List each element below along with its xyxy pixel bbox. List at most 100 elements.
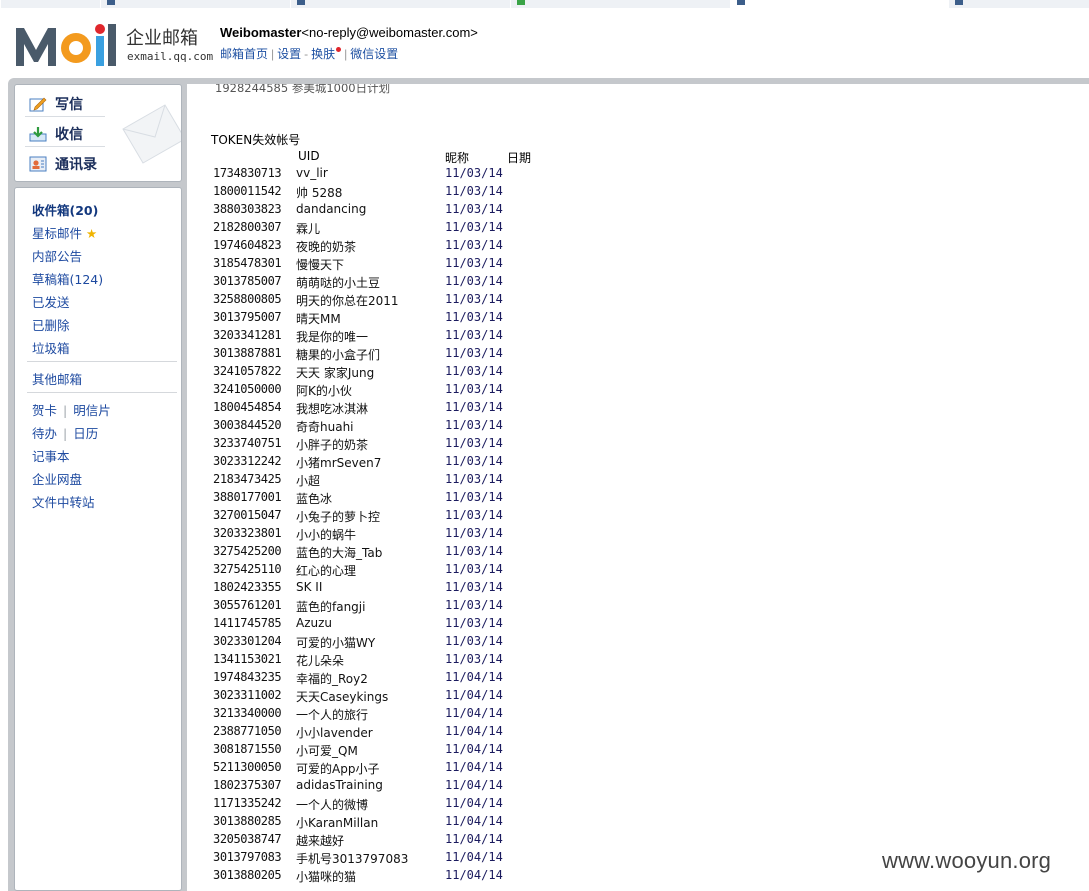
wechat-settings-link[interactable]: 微信设置 [350, 47, 398, 61]
logo-text: 企业邮箱 [126, 28, 198, 49]
row-date: 11/04/14 [445, 832, 503, 846]
file-transfer-link[interactable]: 文件中转站 [32, 492, 95, 511]
row-date: 11/04/14 [445, 724, 503, 738]
row-nickname: adidasTraining [296, 778, 383, 792]
browser-tab-active[interactable] [730, 0, 950, 8]
row-nickname: 我想吃冰淇淋 [296, 402, 369, 416]
account-info: Weibomaster<no-reply@weibomaster.com> [220, 25, 478, 40]
row-uid: 3275425200 [213, 544, 282, 558]
row-uid: 3241050000 [213, 382, 282, 396]
write-label: 写信 [55, 97, 83, 113]
row-uid: 3275425110 [213, 562, 282, 576]
star-icon: ★ [86, 226, 98, 241]
row-date: 11/03/14 [445, 238, 503, 252]
logo-domain: exmail.qq.com [127, 50, 214, 63]
email-body: 1928244585 参美城1000日计划 TOKEN失效帐号 UID 昵称 日… [187, 84, 1089, 891]
card-link[interactable]: 贺卡 [32, 403, 57, 418]
row-uid: 3003844520 [213, 418, 282, 432]
folder-sent[interactable]: 已发送 [32, 292, 70, 311]
row-date: 11/03/14 [445, 472, 503, 486]
row-uid: 3880303823 [213, 202, 282, 216]
row-nickname: Azuzu [296, 616, 333, 630]
row-date: 11/03/14 [445, 274, 503, 288]
postcard-link[interactable]: 明信片 [73, 403, 111, 418]
row-nickname: 蓝色的大海_Tab [296, 546, 383, 560]
row-uid: 3013797083 [213, 850, 282, 864]
row-date: 11/03/14 [445, 166, 503, 180]
row-uid: 3081871550 [213, 742, 282, 756]
row-uid: 1171335242 [213, 796, 282, 810]
row-nickname: dandancing [296, 202, 367, 216]
address-book-icon [29, 156, 47, 172]
browser-tab[interactable] [510, 0, 732, 8]
row-date: 11/03/14 [445, 310, 503, 324]
write-button[interactable]: 写信 [29, 94, 83, 114]
row-uid: 3205038747 [213, 832, 282, 846]
todo-link[interactable]: 待办 [32, 426, 57, 441]
browser-tab[interactable] [100, 0, 292, 8]
row-date: 11/03/14 [445, 634, 503, 648]
sidebar: 写信 收信 通讯录 收件箱(20) 星标邮件 ★ 内部公告 草稿箱(124) 已发… [14, 84, 182, 891]
row-date: 11/03/14 [445, 526, 503, 540]
row-nickname: 一个人的旅行 [296, 708, 369, 722]
divider [27, 392, 177, 393]
row-nickname: 天天 家家Jung [296, 366, 375, 380]
row-date: 11/04/14 [445, 814, 503, 828]
row-nickname: 晴天MM [296, 312, 341, 326]
row-date: 11/03/14 [445, 346, 503, 360]
row-date: 11/04/14 [445, 868, 503, 882]
section-title: TOKEN失效帐号 [211, 133, 301, 147]
envelope-decoration-icon [122, 104, 181, 164]
row-nickname: 一个人的微博 [296, 798, 369, 812]
row-uid: 3213340000 [213, 706, 282, 720]
netdisk-link[interactable]: 企业网盘 [32, 469, 82, 488]
row-uid: 3203323801 [213, 526, 282, 540]
contacts-button[interactable]: 通讯录 [29, 154, 97, 174]
row-uid: 1802423355 [213, 580, 282, 594]
folder-starred[interactable]: 星标邮件 ★ [32, 223, 97, 242]
row-nickname: 小猫咪的猫 [296, 870, 357, 884]
row-uid: 3258800805 [213, 292, 282, 306]
row-nickname: 小超 [296, 474, 321, 488]
folder-drafts[interactable]: 草稿箱(124) [32, 269, 103, 288]
row-uid: 3013880205 [213, 868, 282, 882]
change-skin-link[interactable]: 换肤 [311, 47, 335, 61]
row-nickname: 慢慢天下 [296, 258, 345, 272]
calendar-link[interactable]: 日历 [73, 426, 98, 441]
receive-button[interactable]: 收信 [29, 124, 83, 144]
row-date: 11/04/14 [445, 778, 503, 792]
row-uid: 3023312242 [213, 454, 282, 468]
folder-inbox[interactable]: 收件箱(20) [32, 200, 98, 219]
folder-deleted[interactable]: 已删除 [32, 315, 70, 334]
row-date: 11/04/14 [445, 670, 503, 684]
row-nickname: 小KaranMillan [296, 816, 379, 830]
row-nickname: 糖果的小盒子们 [296, 348, 381, 362]
divider [27, 361, 177, 362]
row-date: 11/03/14 [445, 382, 503, 396]
row-nickname: 萌萌哒的小土豆 [296, 276, 381, 290]
browser-tab[interactable] [0, 0, 102, 8]
settings-link[interactable]: 设置 [277, 47, 301, 61]
mailbox-home-link[interactable]: 邮箱首页 [220, 47, 268, 61]
row-date: 11/03/14 [445, 544, 503, 558]
folder-notice[interactable]: 内部公告 [32, 246, 82, 265]
row-nickname: 小猪mrSeven7 [296, 456, 382, 470]
folder-other-mailboxes[interactable]: 其他邮箱 [32, 369, 82, 388]
cut-off-text-line: 1928244585 参美城1000日计划 [215, 84, 391, 95]
row-nickname: 可爱的App小子 [296, 762, 380, 776]
row-uid: 3023301204 [213, 634, 282, 648]
row-nickname: 手机号3013797083 [296, 852, 409, 866]
notes-link[interactable]: 记事本 [32, 446, 70, 465]
row-uid: 3185478301 [213, 256, 282, 270]
row-uid: 3023311002 [213, 688, 282, 702]
folder-spam[interactable]: 垃圾箱 [32, 338, 70, 357]
row-nickname: 幸福的_Roy2 [296, 672, 368, 686]
browser-tab[interactable] [948, 0, 1089, 8]
row-date: 11/03/14 [445, 400, 503, 414]
browser-tab[interactable] [290, 0, 512, 8]
row-uid: 3203341281 [213, 328, 282, 342]
mail-header: 企业邮箱 exmail.qq.com Weibomaster<no-reply@… [0, 8, 1089, 78]
row-uid: 1800011542 [213, 184, 282, 198]
contacts-label: 通讯录 [55, 157, 97, 173]
row-nickname: 蓝色的fangji [296, 600, 366, 614]
